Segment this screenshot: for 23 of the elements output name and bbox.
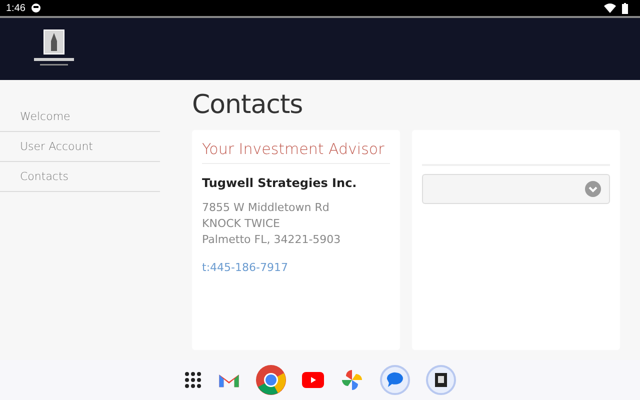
page-title: Contacts <box>192 90 304 120</box>
play-icon[interactable] <box>302 372 324 388</box>
sidebar-item[interactable]: User Account <box>0 132 160 162</box>
company-name: Tugwell Strategies Inc. <box>202 176 358 190</box>
address-line: KNOCK TWICE <box>202 216 281 232</box>
dropdown-field[interactable] <box>422 174 610 204</box>
pinwheel-icon[interactable] <box>340 368 364 392</box>
chat-icon[interactable] <box>380 365 410 395</box>
sidebar-item[interactable]: Welcome <box>0 102 160 132</box>
book-icon[interactable] <box>426 365 456 395</box>
browser-icon[interactable] <box>256 365 286 395</box>
notification-icon <box>31 3 42 13</box>
phone-link[interactable]: t:445-186-7917 <box>202 261 288 274</box>
address-line: 7855 W Middletown Rd <box>202 200 330 216</box>
mail-icon[interactable] <box>218 372 240 388</box>
wifi-icon <box>604 3 616 13</box>
address-line: Palmetto FL, 34221-5903 <box>202 232 342 248</box>
battery-icon <box>622 2 628 14</box>
card-heading: Your Investment Advisor <box>202 140 390 164</box>
status-time: 1:46 <box>6 2 26 14</box>
chevron-down-icon <box>585 181 601 197</box>
app-grid-icon[interactable] <box>184 371 202 389</box>
sidebar-item[interactable]: Contacts <box>0 162 160 192</box>
